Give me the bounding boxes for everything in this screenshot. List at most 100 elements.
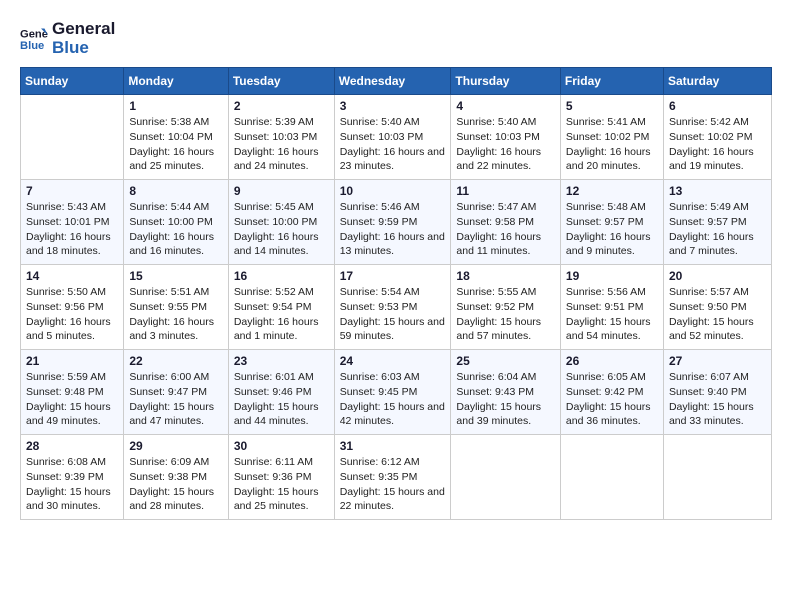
calendar-cell: 26 Sunrise: 6:05 AMSunset: 9:42 PMDayligh… [560,350,663,435]
day-info: Sunrise: 5:41 AMSunset: 10:02 PMDaylight… [566,115,658,174]
calendar-week-2: 7 Sunrise: 5:43 AMSunset: 10:01 PMDayligh… [21,180,772,265]
calendar-cell [560,435,663,520]
day-info: Sunrise: 5:47 AMSunset: 9:58 PMDaylight:… [456,200,555,259]
day-number: 3 [340,99,446,113]
day-info: Sunrise: 6:04 AMSunset: 9:43 PMDaylight:… [456,370,555,429]
calendar-cell: 19Sunrise: 5:56 AMSunset: 9:51 PMDayligh… [560,265,663,350]
calendar-table: SundayMondayTuesdayWednesdayThursdayFrid… [20,67,772,520]
day-number: 24 [340,354,446,368]
logo-icon: General Blue [20,25,48,53]
calendar-cell: 6 Sunrise: 5:42 AMSunset: 10:02 PMDayligh… [663,95,771,180]
day-info: Sunrise: 6:00 AMSunset: 9:47 PMDaylight:… [129,370,222,429]
logo: General Blue General Blue [20,20,115,57]
weekday-header-wednesday: Wednesday [334,68,451,95]
calendar-cell: 8Sunrise: 5:44 AMSunset: 10:00 PMDayligh… [124,180,228,265]
calendar-cell: 4 Sunrise: 5:40 AMSunset: 10:03 PMDayligh… [451,95,561,180]
calendar-cell: 24 Sunrise: 6:03 AMSunset: 9:45 PMDayligh… [334,350,451,435]
day-info: Sunrise: 6:01 AMSunset: 9:46 PMDaylight:… [234,370,329,429]
calendar-week-5: 28 Sunrise: 6:08 AMSunset: 9:39 PMDayligh… [21,435,772,520]
day-number: 10 [340,184,446,198]
day-info: Sunrise: 6:07 AMSunset: 9:40 PMDaylight:… [669,370,766,429]
day-number: 5 [566,99,658,113]
day-info: Sunrise: 6:11 AMSunset: 9:36 PMDaylight:… [234,455,329,514]
day-number: 9 [234,184,329,198]
day-number: 2 [234,99,329,113]
weekday-header-thursday: Thursday [451,68,561,95]
calendar-cell: 21 Sunrise: 5:59 AMSunset: 9:48 PMDayligh… [21,350,124,435]
weekday-header-saturday: Saturday [663,68,771,95]
weekday-header-tuesday: Tuesday [228,68,334,95]
day-info: Sunrise: 5:57 AMSunset: 9:50 PMDaylight:… [669,285,766,344]
calendar-cell: 18 Sunrise: 5:55 AMSunset: 9:52 PMDayligh… [451,265,561,350]
day-info: Sunrise: 5:46 AMSunset: 9:59 PMDaylight:… [340,200,446,259]
calendar-cell: 15Sunrise: 5:51 AMSunset: 9:55 PMDayligh… [124,265,228,350]
calendar-cell: 7 Sunrise: 5:43 AMSunset: 10:01 PMDayligh… [21,180,124,265]
logo-general: General [52,20,115,39]
day-number: 20 [669,269,766,283]
day-info: Sunrise: 5:43 AMSunset: 10:01 PMDaylight… [26,200,118,259]
calendar-week-3: 14 Sunrise: 5:50 AMSunset: 9:56 PMDayligh… [21,265,772,350]
calendar-cell: 3Sunrise: 5:40 AMSunset: 10:03 PMDayligh… [334,95,451,180]
calendar-cell [451,435,561,520]
day-number: 21 [26,354,118,368]
day-info: Sunrise: 5:56 AMSunset: 9:51 PMDaylight:… [566,285,658,344]
calendar-week-4: 21 Sunrise: 5:59 AMSunset: 9:48 PMDayligh… [21,350,772,435]
calendar-cell [21,95,124,180]
calendar-cell: 5 Sunrise: 5:41 AMSunset: 10:02 PMDayligh… [560,95,663,180]
day-number: 17 [340,269,446,283]
day-number: 27 [669,354,766,368]
calendar-cell: 10 Sunrise: 5:46 AMSunset: 9:59 PMDayligh… [334,180,451,265]
calendar-cell: 9 Sunrise: 5:45 AMSunset: 10:00 PMDayligh… [228,180,334,265]
day-info: Sunrise: 5:51 AMSunset: 9:55 PMDaylight:… [129,285,222,344]
day-number: 14 [26,269,118,283]
calendar-cell: 22 Sunrise: 6:00 AMSunset: 9:47 PMDayligh… [124,350,228,435]
day-number: 6 [669,99,766,113]
calendar-cell: 25 Sunrise: 6:04 AMSunset: 9:43 PMDayligh… [451,350,561,435]
day-info: Sunrise: 5:54 AMSunset: 9:53 PMDaylight:… [340,285,446,344]
day-info: Sunrise: 5:52 AMSunset: 9:54 PMDaylight:… [234,285,329,344]
day-info: Sunrise: 5:50 AMSunset: 9:56 PMDaylight:… [26,285,118,344]
day-number: 13 [669,184,766,198]
calendar-cell: 2 Sunrise: 5:39 AMSunset: 10:03 PMDayligh… [228,95,334,180]
day-number: 22 [129,354,222,368]
calendar-cell [663,435,771,520]
day-info: Sunrise: 6:05 AMSunset: 9:42 PMDaylight:… [566,370,658,429]
day-info: Sunrise: 6:03 AMSunset: 9:45 PMDaylight:… [340,370,446,429]
day-info: Sunrise: 5:44 AMSunset: 10:00 PMDaylight… [129,200,222,259]
day-info: Sunrise: 6:08 AMSunset: 9:39 PMDaylight:… [26,455,118,514]
day-info: Sunrise: 5:55 AMSunset: 9:52 PMDaylight:… [456,285,555,344]
calendar-cell: 12Sunrise: 5:48 AMSunset: 9:57 PMDayligh… [560,180,663,265]
day-info: Sunrise: 5:40 AMSunset: 10:03 PMDaylight… [456,115,555,174]
day-number: 4 [456,99,555,113]
day-number: 29 [129,439,222,453]
weekday-header-sunday: Sunday [21,68,124,95]
day-info: Sunrise: 5:39 AMSunset: 10:03 PMDaylight… [234,115,329,174]
day-number: 18 [456,269,555,283]
weekday-header-row: SundayMondayTuesdayWednesdayThursdayFrid… [21,68,772,95]
calendar-cell: 30Sunrise: 6:11 AMSunset: 9:36 PMDayligh… [228,435,334,520]
day-number: 16 [234,269,329,283]
calendar-cell: 16 Sunrise: 5:52 AMSunset: 9:54 PMDayligh… [228,265,334,350]
day-info: Sunrise: 5:59 AMSunset: 9:48 PMDaylight:… [26,370,118,429]
day-info: Sunrise: 5:38 AMSunset: 10:04 PMDaylight… [129,115,222,174]
page-header: General Blue General Blue [20,20,772,57]
weekday-header-monday: Monday [124,68,228,95]
calendar-cell: 1 Sunrise: 5:38 AMSunset: 10:04 PMDayligh… [124,95,228,180]
calendar-cell: 28 Sunrise: 6:08 AMSunset: 9:39 PMDayligh… [21,435,124,520]
weekday-header-friday: Friday [560,68,663,95]
day-info: Sunrise: 5:42 AMSunset: 10:02 PMDaylight… [669,115,766,174]
day-number: 7 [26,184,118,198]
day-number: 11 [456,184,555,198]
calendar-cell: 20 Sunrise: 5:57 AMSunset: 9:50 PMDayligh… [663,265,771,350]
day-info: Sunrise: 5:49 AMSunset: 9:57 PMDaylight:… [669,200,766,259]
day-info: Sunrise: 6:12 AMSunset: 9:35 PMDaylight:… [340,455,446,514]
day-number: 26 [566,354,658,368]
calendar-cell: 14 Sunrise: 5:50 AMSunset: 9:56 PMDayligh… [21,265,124,350]
day-number: 25 [456,354,555,368]
day-number: 1 [129,99,222,113]
day-info: Sunrise: 5:45 AMSunset: 10:00 PMDaylight… [234,200,329,259]
logo-blue: Blue [52,39,115,58]
day-number: 23 [234,354,329,368]
day-number: 31 [340,439,446,453]
day-number: 28 [26,439,118,453]
